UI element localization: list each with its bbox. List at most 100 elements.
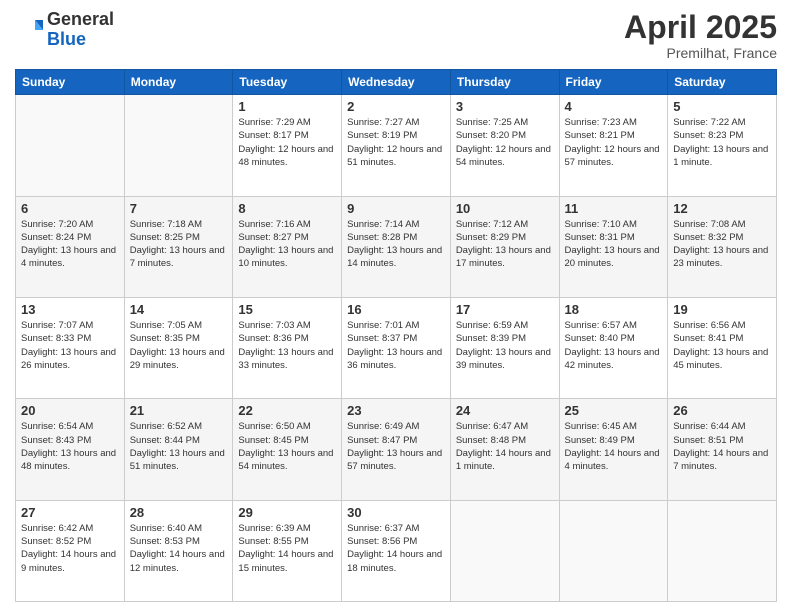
table-row: 25 Sunrise: 6:45 AM Sunset: 8:49 PM Dayl…	[559, 399, 668, 500]
day-info: Sunrise: 6:54 AM Sunset: 8:43 PM Dayligh…	[21, 420, 119, 473]
day-number: 25	[565, 403, 663, 418]
day-info: Sunrise: 7:29 AM Sunset: 8:17 PM Dayligh…	[238, 116, 336, 169]
col-friday: Friday	[559, 70, 668, 95]
day-number: 14	[130, 302, 228, 317]
table-row: 19 Sunrise: 6:56 AM Sunset: 8:41 PM Dayl…	[668, 297, 777, 398]
day-number: 1	[238, 99, 336, 114]
day-number: 2	[347, 99, 445, 114]
day-number: 26	[673, 403, 771, 418]
day-number: 20	[21, 403, 119, 418]
title-block: April 2025 Premilhat, France	[624, 10, 777, 61]
day-number: 28	[130, 505, 228, 520]
day-number: 5	[673, 99, 771, 114]
header: General Blue April 2025 Premilhat, Franc…	[15, 10, 777, 61]
day-info: Sunrise: 6:39 AM Sunset: 8:55 PM Dayligh…	[238, 522, 336, 575]
table-row: 14 Sunrise: 7:05 AM Sunset: 8:35 PM Dayl…	[124, 297, 233, 398]
day-number: 13	[21, 302, 119, 317]
table-row: 22 Sunrise: 6:50 AM Sunset: 8:45 PM Dayl…	[233, 399, 342, 500]
day-info: Sunrise: 7:01 AM Sunset: 8:37 PM Dayligh…	[347, 319, 445, 372]
day-number: 18	[565, 302, 663, 317]
table-row: 18 Sunrise: 6:57 AM Sunset: 8:40 PM Dayl…	[559, 297, 668, 398]
table-row: 9 Sunrise: 7:14 AM Sunset: 8:28 PM Dayli…	[342, 196, 451, 297]
day-info: Sunrise: 7:25 AM Sunset: 8:20 PM Dayligh…	[456, 116, 554, 169]
day-info: Sunrise: 6:47 AM Sunset: 8:48 PM Dayligh…	[456, 420, 554, 473]
col-saturday: Saturday	[668, 70, 777, 95]
table-row: 30 Sunrise: 6:37 AM Sunset: 8:56 PM Dayl…	[342, 500, 451, 601]
title-location: Premilhat, France	[624, 45, 777, 61]
day-number: 19	[673, 302, 771, 317]
col-monday: Monday	[124, 70, 233, 95]
day-info: Sunrise: 6:50 AM Sunset: 8:45 PM Dayligh…	[238, 420, 336, 473]
table-row: 6 Sunrise: 7:20 AM Sunset: 8:24 PM Dayli…	[16, 196, 125, 297]
table-row	[668, 500, 777, 601]
table-row: 1 Sunrise: 7:29 AM Sunset: 8:17 PM Dayli…	[233, 95, 342, 196]
day-info: Sunrise: 7:03 AM Sunset: 8:36 PM Dayligh…	[238, 319, 336, 372]
logo-text: General Blue	[47, 10, 114, 50]
table-row: 16 Sunrise: 7:01 AM Sunset: 8:37 PM Dayl…	[342, 297, 451, 398]
day-info: Sunrise: 6:40 AM Sunset: 8:53 PM Dayligh…	[130, 522, 228, 575]
day-number: 24	[456, 403, 554, 418]
table-row: 15 Sunrise: 7:03 AM Sunset: 8:36 PM Dayl…	[233, 297, 342, 398]
table-row: 24 Sunrise: 6:47 AM Sunset: 8:48 PM Dayl…	[450, 399, 559, 500]
table-row: 12 Sunrise: 7:08 AM Sunset: 8:32 PM Dayl…	[668, 196, 777, 297]
day-number: 22	[238, 403, 336, 418]
table-row	[16, 95, 125, 196]
day-info: Sunrise: 6:45 AM Sunset: 8:49 PM Dayligh…	[565, 420, 663, 473]
logo-general: General	[47, 9, 114, 29]
table-row: 28 Sunrise: 6:40 AM Sunset: 8:53 PM Dayl…	[124, 500, 233, 601]
table-row: 4 Sunrise: 7:23 AM Sunset: 8:21 PM Dayli…	[559, 95, 668, 196]
day-info: Sunrise: 7:05 AM Sunset: 8:35 PM Dayligh…	[130, 319, 228, 372]
day-number: 23	[347, 403, 445, 418]
logo: General Blue	[15, 10, 114, 50]
day-info: Sunrise: 7:10 AM Sunset: 8:31 PM Dayligh…	[565, 218, 663, 271]
day-number: 29	[238, 505, 336, 520]
calendar-page: General Blue April 2025 Premilhat, Franc…	[0, 0, 792, 612]
day-info: Sunrise: 7:14 AM Sunset: 8:28 PM Dayligh…	[347, 218, 445, 271]
day-info: Sunrise: 6:49 AM Sunset: 8:47 PM Dayligh…	[347, 420, 445, 473]
day-number: 17	[456, 302, 554, 317]
table-row: 5 Sunrise: 7:22 AM Sunset: 8:23 PM Dayli…	[668, 95, 777, 196]
table-row: 23 Sunrise: 6:49 AM Sunset: 8:47 PM Dayl…	[342, 399, 451, 500]
table-row	[559, 500, 668, 601]
title-month: April 2025	[624, 10, 777, 45]
day-number: 21	[130, 403, 228, 418]
day-info: Sunrise: 7:18 AM Sunset: 8:25 PM Dayligh…	[130, 218, 228, 271]
day-number: 3	[456, 99, 554, 114]
day-info: Sunrise: 7:07 AM Sunset: 8:33 PM Dayligh…	[21, 319, 119, 372]
day-number: 10	[456, 201, 554, 216]
day-number: 16	[347, 302, 445, 317]
table-row: 13 Sunrise: 7:07 AM Sunset: 8:33 PM Dayl…	[16, 297, 125, 398]
table-row: 8 Sunrise: 7:16 AM Sunset: 8:27 PM Dayli…	[233, 196, 342, 297]
table-row: 10 Sunrise: 7:12 AM Sunset: 8:29 PM Dayl…	[450, 196, 559, 297]
day-info: Sunrise: 6:59 AM Sunset: 8:39 PM Dayligh…	[456, 319, 554, 372]
day-number: 8	[238, 201, 336, 216]
col-sunday: Sunday	[16, 70, 125, 95]
day-number: 15	[238, 302, 336, 317]
table-row: 20 Sunrise: 6:54 AM Sunset: 8:43 PM Dayl…	[16, 399, 125, 500]
table-row: 26 Sunrise: 6:44 AM Sunset: 8:51 PM Dayl…	[668, 399, 777, 500]
col-tuesday: Tuesday	[233, 70, 342, 95]
day-info: Sunrise: 6:57 AM Sunset: 8:40 PM Dayligh…	[565, 319, 663, 372]
logo-blue: Blue	[47, 29, 86, 49]
day-info: Sunrise: 7:12 AM Sunset: 8:29 PM Dayligh…	[456, 218, 554, 271]
table-row: 29 Sunrise: 6:39 AM Sunset: 8:55 PM Dayl…	[233, 500, 342, 601]
table-row: 17 Sunrise: 6:59 AM Sunset: 8:39 PM Dayl…	[450, 297, 559, 398]
day-info: Sunrise: 7:08 AM Sunset: 8:32 PM Dayligh…	[673, 218, 771, 271]
day-info: Sunrise: 6:44 AM Sunset: 8:51 PM Dayligh…	[673, 420, 771, 473]
day-info: Sunrise: 7:27 AM Sunset: 8:19 PM Dayligh…	[347, 116, 445, 169]
table-row: 11 Sunrise: 7:10 AM Sunset: 8:31 PM Dayl…	[559, 196, 668, 297]
day-info: Sunrise: 6:52 AM Sunset: 8:44 PM Dayligh…	[130, 420, 228, 473]
table-row: 3 Sunrise: 7:25 AM Sunset: 8:20 PM Dayli…	[450, 95, 559, 196]
day-info: Sunrise: 6:42 AM Sunset: 8:52 PM Dayligh…	[21, 522, 119, 575]
day-number: 9	[347, 201, 445, 216]
day-number: 4	[565, 99, 663, 114]
col-wednesday: Wednesday	[342, 70, 451, 95]
day-number: 12	[673, 201, 771, 216]
table-row: 21 Sunrise: 6:52 AM Sunset: 8:44 PM Dayl…	[124, 399, 233, 500]
table-row	[450, 500, 559, 601]
table-row: 7 Sunrise: 7:18 AM Sunset: 8:25 PM Dayli…	[124, 196, 233, 297]
day-info: Sunrise: 6:56 AM Sunset: 8:41 PM Dayligh…	[673, 319, 771, 372]
day-info: Sunrise: 6:37 AM Sunset: 8:56 PM Dayligh…	[347, 522, 445, 575]
logo-icon	[15, 16, 43, 44]
col-thursday: Thursday	[450, 70, 559, 95]
